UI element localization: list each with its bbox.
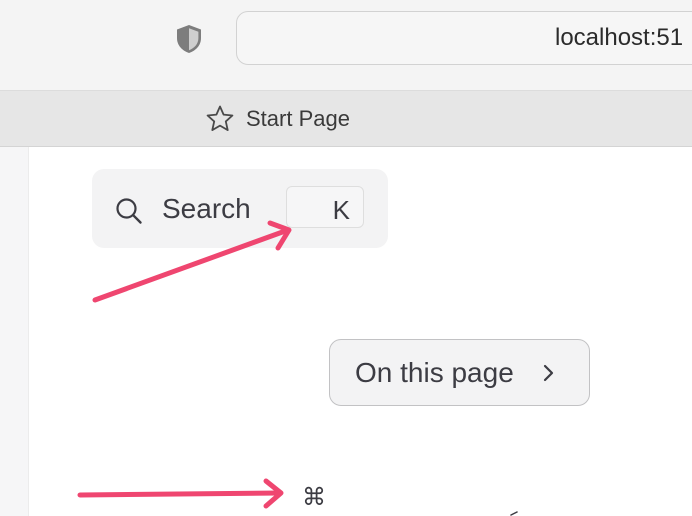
on-this-page-button[interactable]: On this page [329,339,590,406]
address-bar[interactable]: localhost:51 [236,11,692,65]
shortcut-key-letter: K [332,195,350,225]
bookmarks-bar: Start Page [0,91,692,147]
search-button[interactable]: Search K [92,169,388,248]
search-icon [116,198,142,224]
command-key-glyph: ⌘ [302,483,326,511]
browser-toolbar: localhost:51 [0,0,692,91]
left-gutter [0,147,29,516]
address-text: localhost:51 [555,24,684,51]
partial-text-fragment [510,511,518,516]
page-content: Search K On this page ⌘ [0,147,692,516]
chevron-right-icon [543,364,554,382]
shortcut-key-badge: K [286,186,364,228]
bookmark-label: Start Page [246,106,350,131]
bookmark-start-page[interactable]: Start Page [200,102,354,136]
on-this-page-label: On this page [355,357,514,388]
search-label: Search [162,193,251,224]
shield-icon[interactable] [172,22,206,56]
star-icon [206,105,234,131]
